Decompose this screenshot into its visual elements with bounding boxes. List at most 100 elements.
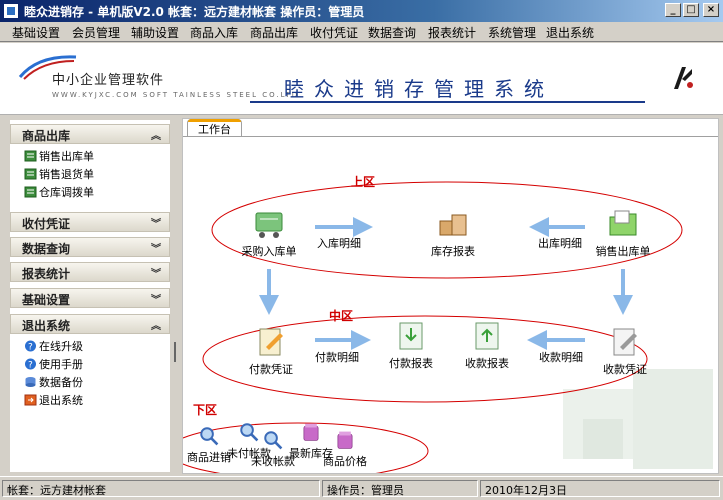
node-label: 销售出库单 xyxy=(595,245,651,258)
menu-query[interactable]: 数据查询 xyxy=(368,24,416,41)
sidebar-group-label: 数据查询 xyxy=(22,242,71,256)
workspace-panel: 工作台 上区 中区 下区 采购入库单 库存报表 销售出库单 入库明细 出库明细 … xyxy=(182,118,719,474)
magnifier-icon xyxy=(200,427,219,446)
node-payment-report[interactable]: 付款报表 xyxy=(371,319,451,371)
menu-stock-in[interactable]: 商品入库 xyxy=(190,24,238,41)
boxes-icon xyxy=(439,214,467,236)
node-label: 付款报表 xyxy=(389,357,433,370)
node-stock-report[interactable]: 库存报表 xyxy=(413,207,493,259)
sidebar-item-label: 数据备份 xyxy=(39,376,83,389)
status-bar: 帐套：远方建材帐套 操作员：管理员 2010年12月3日 xyxy=(0,476,723,500)
sidebar-group-label: 收付凭证 xyxy=(22,217,71,231)
sidebar-item-label: 在线升级 xyxy=(39,340,83,353)
sidebar-item-backup[interactable]: 数据备份 xyxy=(24,374,83,390)
title-bar: 睦众进销存 - 单机版V2.0 帐套：远方建材帐套 操作员：管理员 _ □ × xyxy=(0,0,723,22)
document-edit-icon xyxy=(259,328,283,356)
document-icon xyxy=(24,168,37,180)
download-report-icon xyxy=(399,322,423,350)
close-button[interactable]: × xyxy=(703,3,719,17)
sidebar-item-sales-out[interactable]: 销售出库单 xyxy=(24,148,94,164)
menu-member[interactable]: 会员管理 xyxy=(72,24,120,41)
svg-text:?: ? xyxy=(28,343,33,353)
sidebar-group-label: 基础设置 xyxy=(22,293,71,307)
sidebar-group-stock-out[interactable]: 商品出库 ︽ xyxy=(10,124,170,144)
svg-text:?: ? xyxy=(28,361,33,371)
document-icon xyxy=(24,150,37,162)
menu-system[interactable]: 系统管理 xyxy=(488,24,536,41)
minimize-button[interactable]: _ xyxy=(665,3,681,17)
node-label: 收款凭证 xyxy=(603,363,647,376)
system-name: 睦众进销存管理系统 xyxy=(284,77,554,101)
upload-report-icon xyxy=(475,322,499,350)
expand-chevron-icon[interactable]: ︾ xyxy=(151,240,161,255)
flow-label-pay-detail: 付款明细 xyxy=(315,351,359,364)
brand-logo-icon xyxy=(674,67,693,89)
node-receipt-voucher[interactable]: 收款凭证 xyxy=(585,325,665,377)
node-payment-voucher[interactable]: 付款凭证 xyxy=(231,325,311,377)
node-receipt-report[interactable]: 收款报表 xyxy=(447,319,527,371)
document-edit-icon xyxy=(613,328,637,356)
window-title: 睦众进销存 - 单机版V2.0 帐套：远方建材帐套 操作员：管理员 xyxy=(24,5,365,19)
help-icon: ? xyxy=(25,358,36,371)
sidebar-item-transfer[interactable]: 仓库调拨单 xyxy=(24,184,94,200)
company-slogan: 中小企业管理软件 xyxy=(52,73,165,88)
zone-label-middle: 中区 xyxy=(329,309,354,323)
status-date: 2010年12月3日 xyxy=(480,480,720,497)
collapse-chevron-icon[interactable]: ︽ xyxy=(151,317,161,332)
status-account: 帐套：远方建材帐套 xyxy=(2,480,320,497)
sidebar-group-basic-settings[interactable]: 基础设置 ︾ xyxy=(10,288,170,308)
zone-label-upper: 上区 xyxy=(351,175,376,189)
sidebar-group-query[interactable]: 数据查询 ︾ xyxy=(10,237,170,257)
sidebar-item-label: 销售退货单 xyxy=(39,168,94,181)
app-banner: 中小企业管理软件 WWW.KYJXC.COM SOFT TAINLESS STE… xyxy=(0,43,723,115)
flow-label-out-detail: 出库明细 xyxy=(538,237,582,250)
collapse-chevron-icon[interactable]: ︽ xyxy=(151,127,161,142)
sidebar-item-exit-system[interactable]: 退出系统 xyxy=(24,392,83,408)
maximize-button[interactable]: □ xyxy=(683,3,699,17)
node-label: 采购入库单 xyxy=(241,245,297,258)
status-operator: 操作员：管理员 xyxy=(322,480,478,497)
sidebar-item-online-upgrade[interactable]: ? 在线升级 xyxy=(24,338,83,354)
node-purchase-in[interactable]: 采购入库单 xyxy=(229,207,309,259)
splitter-grip[interactable] xyxy=(174,342,179,362)
expand-chevron-icon[interactable]: ︾ xyxy=(151,215,161,230)
menu-basic-settings[interactable]: 基础设置 xyxy=(12,24,60,41)
node-goods-price[interactable]: 商品价格 xyxy=(315,429,375,469)
node-sales-out[interactable]: 销售出库单 xyxy=(583,207,663,259)
sidebar-item-label: 销售出库单 xyxy=(39,150,94,163)
document-icon xyxy=(24,186,37,198)
database-icon xyxy=(25,377,36,387)
node-label: 付款凭证 xyxy=(249,363,293,376)
menu-stock-out[interactable]: 商品出库 xyxy=(250,24,298,41)
expand-chevron-icon[interactable]: ︾ xyxy=(151,265,161,280)
sidebar-group-label: 报表统计 xyxy=(22,267,71,281)
node-label: 库存报表 xyxy=(431,245,475,258)
menu-bar: 基础设置 会员管理 辅助设置 商品入库 商品出库 收付凭证 数据查询 报表统计 … xyxy=(0,22,723,42)
expand-chevron-icon[interactable]: ︾ xyxy=(151,291,161,306)
menu-aux-settings[interactable]: 辅助设置 xyxy=(131,24,179,41)
sidebar: 商品出库 ︽ 销售出库单 销售退货单 仓库调拨单 收付凭证 ︾ 数据查询 ︾ 报… xyxy=(10,120,170,472)
sidebar-group-label: 商品出库 xyxy=(22,129,71,143)
node-label: 收款报表 xyxy=(465,357,509,370)
menu-reports[interactable]: 报表统计 xyxy=(428,24,476,41)
price-jar-icon xyxy=(337,431,353,449)
folder-icon xyxy=(609,210,637,236)
flow-label-in-detail: 入库明细 xyxy=(317,237,361,250)
company-english: WWW.KYJXC.COM SOFT TAINLESS STEEL CO.LTD xyxy=(52,91,300,99)
sidebar-splitter[interactable] xyxy=(173,120,181,472)
sidebar-item-label: 仓库调拨单 xyxy=(39,186,94,199)
menu-exit[interactable]: 退出系统 xyxy=(546,24,594,41)
app-icon xyxy=(3,3,19,19)
sidebar-item-label: 退出系统 xyxy=(39,394,83,407)
sidebar-item-manual[interactable]: ? 使用手册 xyxy=(24,356,83,372)
sidebar-group-exit[interactable]: 退出系统 ︽ xyxy=(10,314,170,334)
flow-label-receive-detail: 收款明细 xyxy=(539,351,583,364)
zone-label-lower: 下区 xyxy=(193,403,218,417)
shopping-cart-icon xyxy=(255,212,283,238)
system-name-underline xyxy=(250,101,645,103)
sidebar-group-reports[interactable]: 报表统计 ︾ xyxy=(10,262,170,282)
menu-vouchers[interactable]: 收付凭证 xyxy=(310,24,358,41)
sidebar-item-sales-return[interactable]: 销售退货单 xyxy=(24,166,94,182)
sidebar-group-vouchers[interactable]: 收付凭证 ︾ xyxy=(10,212,170,232)
sidebar-item-label: 使用手册 xyxy=(39,358,83,371)
